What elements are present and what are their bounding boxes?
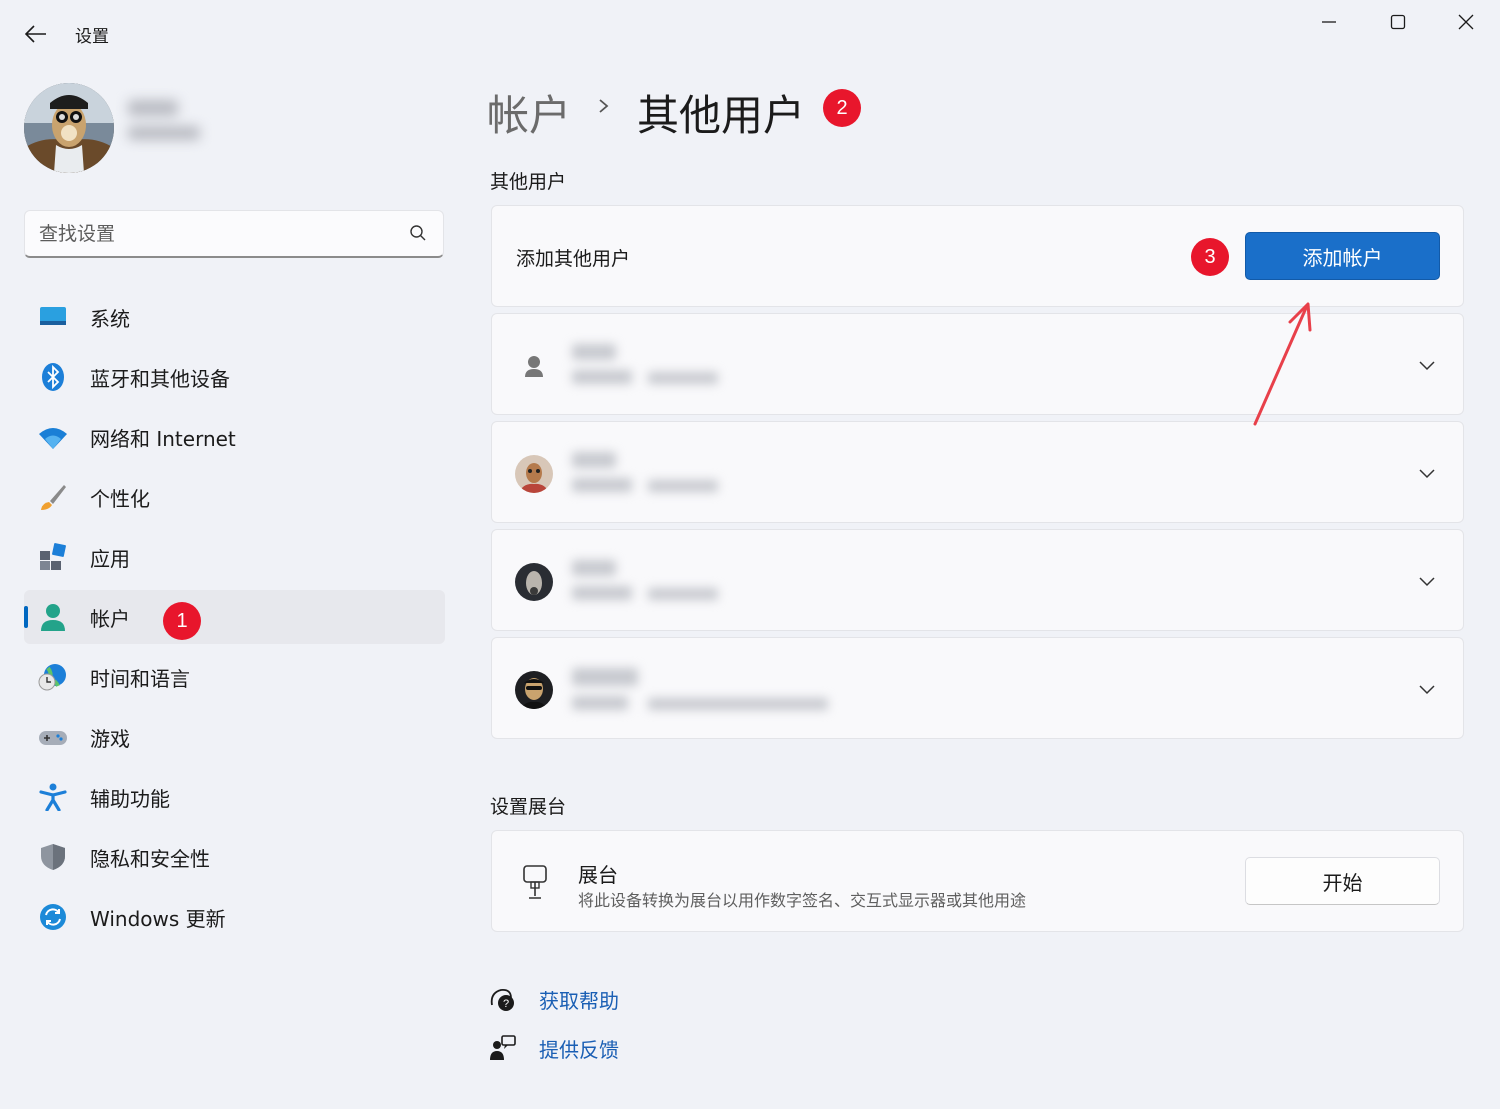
- user-row[interactable]: [491, 421, 1464, 523]
- chevron-down-icon[interactable]: [1418, 572, 1436, 591]
- user-avatar: [515, 455, 553, 493]
- update-icon: [38, 903, 68, 931]
- shield-icon: [38, 843, 68, 871]
- sidebar-item-label: 应用: [90, 546, 130, 571]
- blurred-user-info: [572, 560, 732, 608]
- title-bar: 设置: [0, 0, 1500, 66]
- account-icon: [38, 603, 68, 631]
- profile-avatar[interactable]: [24, 83, 114, 173]
- settings-window: 设置 查找设置 系统 蓝牙和其他设备 网络和 Internet 个性化 应用 帐…: [0, 0, 1500, 1109]
- sidebar-item-accessibility[interactable]: 辅助功能: [24, 770, 445, 824]
- apps-icon: [38, 543, 68, 571]
- get-help-label[interactable]: 获取帮助: [539, 985, 619, 1014]
- help-chat-icon: ?: [489, 985, 517, 1017]
- section-title-kiosk: 设置展台: [490, 796, 567, 818]
- chevron-down-icon[interactable]: [1418, 356, 1436, 375]
- default-person-icon: [515, 347, 553, 385]
- blurred-user-info: [572, 668, 828, 716]
- sidebar-item-gaming[interactable]: 游戏: [24, 710, 445, 764]
- annotation-badge-2: 2: [823, 89, 861, 127]
- globe-clock-icon: [38, 663, 68, 691]
- minimize-button[interactable]: [1295, 0, 1363, 44]
- sidebar-item-windows-update[interactable]: Windows 更新: [24, 890, 445, 944]
- wifi-icon: [38, 423, 68, 451]
- kiosk-icon: [520, 864, 550, 904]
- app-title: 设置: [75, 27, 109, 47]
- minimize-icon: [1322, 21, 1336, 23]
- svg-text:?: ?: [503, 998, 509, 1010]
- sidebar-item-privacy[interactable]: 隐私和安全性: [24, 830, 445, 884]
- kiosk-card: 展台 将此设备转换为展台以用作数字签名、交互式显示器或其他用途 开始: [491, 830, 1464, 932]
- kiosk-title: 展台: [578, 863, 618, 887]
- sidebar-item-label: Windows 更新: [90, 906, 226, 931]
- blurred-user-info: [572, 452, 732, 500]
- sidebar-item-label: 隐私和安全性: [90, 846, 210, 871]
- bluetooth-icon: [38, 363, 68, 391]
- annotation-arrow: [1253, 302, 1312, 426]
- feedback-icon: [489, 1034, 517, 1066]
- sidebar-item-personalization[interactable]: 个性化: [24, 470, 445, 524]
- search-box[interactable]: [24, 210, 444, 258]
- search-input[interactable]: [39, 219, 399, 249]
- sidebar-nav: 系统 蓝牙和其他设备 网络和 Internet 个性化 应用 帐户 1 时间和语…: [24, 290, 445, 950]
- sidebar-item-label: 帐户: [90, 606, 130, 631]
- maximize-icon: [1390, 14, 1406, 30]
- page-title: 其他用户: [637, 91, 806, 140]
- annotation-badge-1: 1: [163, 602, 201, 640]
- user-avatar: [515, 671, 553, 709]
- breadcrumb-parent[interactable]: 帐户: [487, 82, 571, 143]
- sidebar-item-label: 蓝牙和其他设备: [90, 366, 230, 391]
- sidebar-item-system[interactable]: 系统: [24, 290, 445, 344]
- back-button[interactable]: [16, 18, 56, 50]
- sidebar-item-label: 系统: [90, 306, 130, 331]
- add-user-card: 添加其他用户 3 添加帐户: [491, 205, 1464, 307]
- sidebar-item-label: 时间和语言: [90, 666, 190, 691]
- accessibility-icon: [38, 783, 68, 812]
- sidebar-item-label: 辅助功能: [90, 786, 170, 811]
- sidebar-item-accounts[interactable]: 帐户 1: [24, 590, 445, 644]
- sidebar-item-label: 游戏: [90, 726, 130, 751]
- sidebar-item-apps[interactable]: 应用: [24, 530, 445, 584]
- blurred-user-info: [572, 344, 732, 392]
- close-icon: [1458, 14, 1474, 30]
- system-icon: [38, 303, 68, 331]
- search-icon[interactable]: [409, 224, 427, 246]
- user-row[interactable]: [491, 529, 1464, 631]
- back-arrow-icon: [25, 25, 46, 43]
- annotation-badge-3: 3: [1191, 238, 1229, 276]
- add-account-button[interactable]: 添加帐户: [1245, 232, 1440, 280]
- maximize-button[interactable]: [1364, 0, 1432, 44]
- brush-icon: [38, 483, 68, 511]
- start-kiosk-button[interactable]: 开始: [1245, 857, 1440, 905]
- blurred-profile-name: [128, 100, 208, 160]
- sidebar-item-network[interactable]: 网络和 Internet: [24, 410, 445, 464]
- section-title-other-users: 其他用户: [490, 171, 567, 193]
- feedback-label[interactable]: 提供反馈: [539, 1034, 619, 1063]
- sidebar-item-label: 个性化: [90, 486, 150, 511]
- kiosk-description: 将此设备转换为展台以用作数字签名、交互式显示器或其他用途: [578, 891, 1027, 910]
- chevron-right-icon: [597, 94, 611, 122]
- gamepad-icon: [38, 723, 68, 751]
- sidebar-item-label: 网络和 Internet: [90, 426, 236, 451]
- user-row[interactable]: [491, 637, 1464, 739]
- chevron-down-icon[interactable]: [1418, 680, 1436, 699]
- add-user-label: 添加其他用户: [516, 248, 631, 270]
- sidebar-item-time-language[interactable]: 时间和语言: [24, 650, 445, 704]
- chevron-down-icon[interactable]: [1418, 464, 1436, 483]
- close-button[interactable]: [1432, 0, 1500, 44]
- user-avatar: [515, 563, 553, 601]
- sidebar-item-bluetooth[interactable]: 蓝牙和其他设备: [24, 350, 445, 404]
